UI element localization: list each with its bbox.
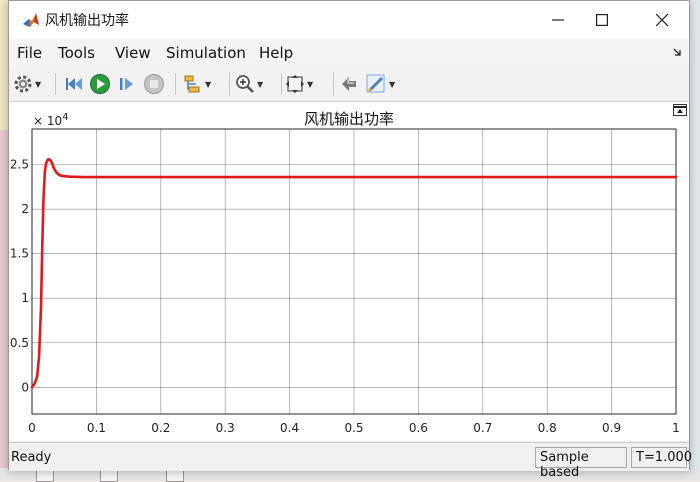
menu-help-label: Help bbox=[259, 44, 294, 62]
chart-title: 风机输出功率 bbox=[303, 110, 394, 128]
maximize-button[interactable] bbox=[579, 1, 625, 39]
menu-view[interactable]: View bbox=[115, 44, 151, 62]
x-tick-label: 0.3 bbox=[216, 421, 235, 435]
close-button[interactable] bbox=[639, 1, 685, 39]
x-tick-label: 0.6 bbox=[409, 421, 428, 435]
background-block bbox=[166, 470, 184, 482]
dock-arrow-icon[interactable] bbox=[673, 47, 683, 57]
gear-icon bbox=[14, 75, 32, 93]
x-tick-label: 0.2 bbox=[151, 421, 170, 435]
menu-view-label: View bbox=[115, 44, 151, 62]
step-forward-button[interactable] bbox=[117, 72, 139, 96]
close-icon bbox=[656, 14, 668, 26]
toolbar-separator bbox=[229, 73, 230, 95]
y-tick-label: 1.5 bbox=[10, 247, 29, 261]
minimize-button[interactable] bbox=[535, 1, 581, 39]
menu-simulation[interactable]: Simulation bbox=[166, 44, 246, 62]
signal-selection-button[interactable]: ▼ bbox=[183, 72, 211, 96]
x-tick-label: 0.7 bbox=[473, 421, 492, 435]
x-tick-label: 0.1 bbox=[87, 421, 106, 435]
toolbar-separator bbox=[175, 73, 176, 95]
chart-canvas[interactable]: 0 0.1 0.2 0.3 0.4 0.5 0.6 0.7 0.8 0.9 1 0 0.5 1 1.5 2 2.… bbox=[9, 102, 689, 441]
status-bar: Ready Sample based T=1.000 bbox=[9, 442, 692, 480]
signal-tree-icon bbox=[184, 75, 200, 93]
background-block bbox=[36, 470, 54, 482]
scope-plot[interactable]: 0 0.1 0.2 0.3 0.4 0.5 0.6 0.7 0.8 0.9 1 0 0.5 1 1.5 2 2.… bbox=[9, 102, 689, 441]
y-tick-label: 1 bbox=[21, 291, 29, 305]
step-forward-icon bbox=[120, 78, 133, 90]
y-tick-label: 0.5 bbox=[10, 336, 29, 350]
x-tick-label: 0.8 bbox=[538, 421, 557, 435]
status-ready: Ready bbox=[11, 450, 52, 465]
zoom-button[interactable]: ▼ bbox=[235, 72, 263, 96]
simulation-time-indicator: T=1.000 bbox=[631, 447, 692, 468]
minimize-icon bbox=[552, 19, 564, 21]
chevron-down-icon: ▼ bbox=[205, 79, 212, 89]
highlight-block-icon bbox=[342, 77, 356, 91]
menu-tools-label: Tools bbox=[58, 44, 95, 62]
chevron-down-icon: ▼ bbox=[389, 79, 396, 89]
menu-bar: File Tools View Simulation Help bbox=[9, 39, 689, 67]
sample-mode-indicator: Sample based bbox=[535, 447, 627, 480]
stop-button[interactable] bbox=[143, 72, 165, 96]
window-title: 风机输出功率 bbox=[45, 13, 129, 29]
x-tick-label: 0.5 bbox=[344, 421, 363, 435]
toolbar: ▼ ▼ ▼ ▼ ▼ bbox=[9, 67, 689, 102]
maximize-icon bbox=[596, 14, 608, 26]
y-tick-label: 2 bbox=[21, 202, 29, 216]
title-bar[interactable]: 风机输出功率 bbox=[9, 1, 689, 39]
autoscale-button[interactable]: ▼ bbox=[285, 72, 313, 96]
menu-file[interactable]: File bbox=[17, 44, 42, 62]
menu-tools[interactable]: Tools bbox=[58, 44, 95, 62]
x-tick-label: 0 bbox=[28, 421, 36, 435]
y-tick-label: 2.5 bbox=[10, 158, 29, 172]
ruler-pencil-icon bbox=[366, 74, 385, 93]
matlab-logo-icon bbox=[21, 10, 41, 30]
menu-help[interactable]: Help bbox=[259, 44, 293, 62]
scope-window: 风机输出功率 File Tools View Simulation Help ▼ bbox=[8, 0, 692, 480]
settings-button[interactable]: ▼ bbox=[13, 72, 41, 96]
measurements-button[interactable]: ▼ bbox=[365, 72, 395, 96]
x-tick-label: 0.9 bbox=[602, 421, 621, 435]
play-icon bbox=[90, 74, 110, 94]
stop-icon bbox=[144, 74, 164, 94]
toolbar-separator bbox=[55, 73, 56, 95]
step-back-icon bbox=[66, 78, 82, 90]
chevron-down-icon: ▼ bbox=[307, 79, 314, 89]
toolbar-separator bbox=[333, 73, 334, 95]
y-tick-label: 0 bbox=[21, 380, 29, 394]
step-back-button[interactable] bbox=[63, 72, 85, 96]
menu-file-label: File bbox=[17, 44, 43, 62]
zoom-in-icon bbox=[236, 75, 254, 93]
chevron-down-icon: ▼ bbox=[257, 79, 264, 89]
run-button[interactable] bbox=[89, 72, 111, 96]
x-tick-label: 1 bbox=[672, 421, 680, 435]
chevron-down-icon: ▼ bbox=[35, 79, 42, 89]
background-block bbox=[100, 470, 118, 482]
menu-simulation-label: Simulation bbox=[166, 44, 246, 62]
x-tick-label: 0.4 bbox=[280, 421, 299, 435]
autoscale-icon bbox=[286, 75, 304, 93]
toolbar-separator bbox=[281, 73, 282, 95]
highlight-block-button[interactable] bbox=[339, 72, 359, 96]
